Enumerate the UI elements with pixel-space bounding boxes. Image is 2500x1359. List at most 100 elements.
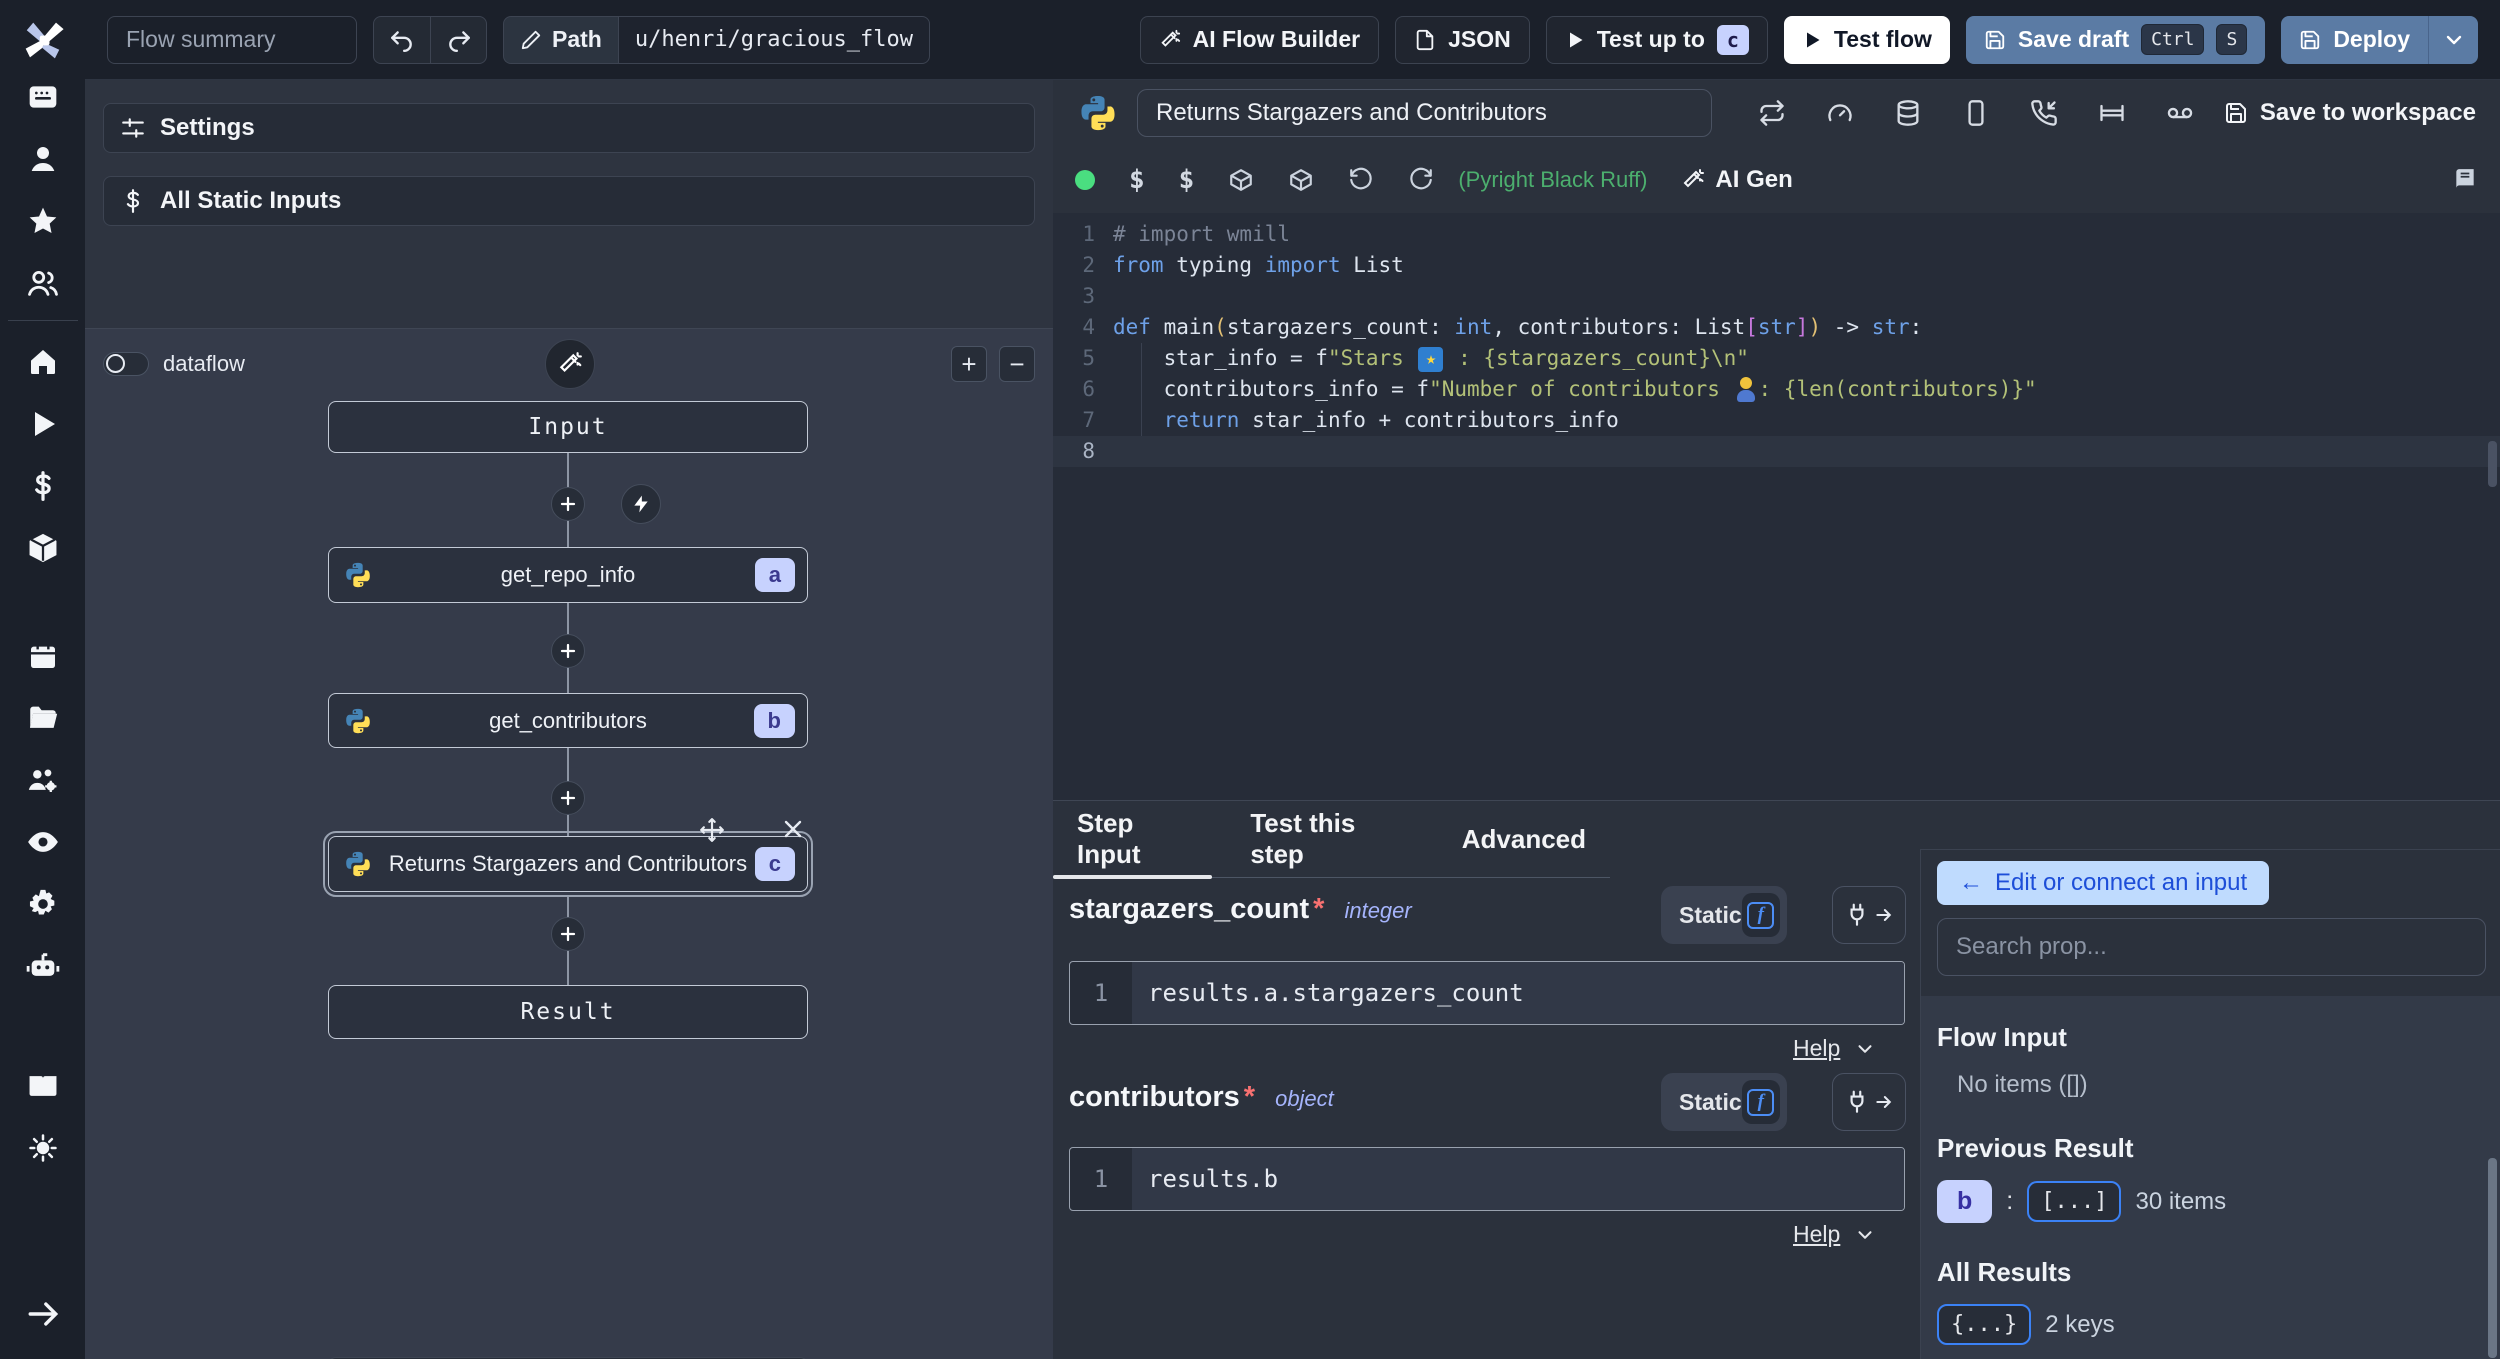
add-step-button[interactable] — [551, 781, 585, 815]
previous-result-value-badge[interactable]: [...] — [2027, 1181, 2122, 1222]
sidebar-apps-icon[interactable] — [0, 66, 85, 128]
lint-status-label[interactable]: (Pyright Black Ruff) — [1458, 167, 1647, 193]
bed-icon[interactable] — [2098, 99, 2126, 127]
deploy-dropdown-button[interactable] — [2428, 15, 2478, 64]
sidebar-groups-icon[interactable] — [0, 749, 85, 811]
all-results-badge[interactable]: {...} — [1937, 1304, 2032, 1345]
code-line[interactable]: 1 # import wmill — [1053, 219, 2500, 250]
variable-picker-icon[interactable]: $ — [1129, 165, 1145, 195]
step-title-input[interactable]: Returns Stargazers and Contributors — [1137, 89, 1712, 137]
add-step-button[interactable] — [551, 917, 585, 951]
code-line[interactable]: 2 from typing import List — [1053, 250, 2500, 281]
code-line[interactable]: 6 contributors_info = f"Number of contri… — [1053, 374, 2500, 405]
python-icon — [1077, 92, 1119, 134]
sidebar-runs-icon[interactable] — [0, 393, 85, 455]
connect-input-button[interactable] — [1832, 1073, 1906, 1131]
graph-node-step-c[interactable]: Returns Stargazers and Contributors c — [323, 831, 813, 897]
flow-settings-button[interactable]: Settings — [103, 103, 1035, 153]
flow-summary-input[interactable]: Flow summary — [107, 15, 357, 64]
deploy-button[interactable]: Deploy — [2281, 15, 2428, 64]
sidebar-user-icon[interactable] — [0, 128, 85, 190]
zoom-out-button[interactable]: − — [999, 346, 1035, 382]
sidebar-folders-icon[interactable] — [0, 687, 85, 749]
mobile-icon[interactable] — [1962, 99, 1990, 127]
tab-advanced[interactable]: Advanced — [1438, 801, 1610, 877]
static-javascript-toggle[interactable]: Static f — [1661, 1073, 1787, 1131]
test-flow-button[interactable]: Test flow — [1783, 15, 1950, 64]
code-line[interactable]: 7 return star_info + contributors_info — [1053, 405, 2500, 436]
path-group: Path u/henri/gracious_flow — [503, 15, 930, 64]
graph-node-step-b[interactable]: get_contributors b — [328, 693, 808, 748]
json-button[interactable]: JSON — [1395, 15, 1530, 64]
code-line[interactable]: 3 — [1053, 281, 2500, 312]
search-prop-input[interactable]: Search prop... — [1937, 918, 2486, 976]
graph-node-input[interactable]: Input — [328, 401, 808, 453]
tab-test-this-step[interactable]: Test this step — [1226, 801, 1437, 877]
phone-incoming-icon[interactable] — [2030, 99, 2058, 127]
play-icon — [1565, 30, 1585, 50]
sidebar-audit-eye-icon[interactable] — [0, 811, 85, 873]
code-line[interactable]: 4 def main(stargazers_count: int, contrib… — [1053, 312, 2500, 343]
javascript-function-icon[interactable]: f — [1741, 893, 1780, 937]
database-icon[interactable] — [1894, 99, 1922, 127]
format-refresh-icon[interactable] — [1408, 167, 1434, 193]
sidebar-docs-icon[interactable] — [0, 1055, 85, 1117]
sidebar-bot-icon[interactable] — [0, 935, 85, 997]
help-link[interactable]: Help — [1793, 1221, 1876, 1248]
help-link[interactable]: Help — [1793, 1035, 1876, 1062]
graph-node-step-a[interactable]: get_repo_info a — [328, 547, 808, 603]
add-step-button[interactable] — [551, 634, 585, 668]
trigger-bolt-button[interactable] — [621, 484, 661, 524]
sidebar-expand-arrow-icon[interactable] — [0, 1283, 85, 1345]
repeat-icon[interactable] — [1758, 99, 1786, 127]
resource-picker-icon[interactable]: $ — [1179, 165, 1195, 195]
delete-step-icon[interactable] — [781, 817, 805, 843]
test-up-to-button[interactable]: Test up to c — [1545, 15, 1768, 64]
props-scrollbar[interactable] — [2488, 1158, 2497, 1358]
reset-icon[interactable] — [1348, 167, 1374, 193]
windmill-logo-icon[interactable] — [17, 14, 69, 66]
save-icon — [1984, 29, 2006, 51]
static-javascript-toggle[interactable]: Static f — [1661, 886, 1787, 944]
required-asterisk: * — [1243, 1081, 1256, 1113]
sidebar-resources-icon[interactable] — [0, 517, 85, 579]
move-step-icon[interactable] — [699, 817, 725, 843]
gauge-icon[interactable] — [1826, 99, 1854, 127]
zoom-in-button[interactable]: + — [951, 346, 987, 382]
all-static-inputs-button[interactable]: All Static Inputs — [103, 176, 1035, 226]
expr-editor-contributors[interactable]: 1 results.b — [1069, 1147, 1905, 1211]
sidebar-variables-icon[interactable] — [0, 455, 85, 517]
save-to-workspace-button[interactable]: Save to workspace — [2224, 99, 2476, 127]
sidebar-star-icon[interactable] — [0, 190, 85, 252]
code-editor[interactable]: 1 # import wmill 2 from typing import List 3… — [1053, 213, 2500, 800]
code-line[interactable]: 8 — [1053, 436, 2500, 467]
expr-editor-stargazers[interactable]: 1 results.a.stargazers_count — [1069, 961, 1905, 1025]
graph-node-result[interactable]: Result — [328, 985, 808, 1039]
sidebar-settings-gear-icon[interactable] — [0, 873, 85, 935]
javascript-function-icon[interactable]: f — [1741, 1080, 1780, 1124]
previous-result-key-badge[interactable]: b — [1937, 1180, 1993, 1223]
ai-gen-button[interactable]: AI Gen — [1681, 166, 1793, 194]
sidebar-home-icon[interactable] — [0, 331, 85, 393]
code-line[interactable]: 5 star_info = f"Stars : {stargazers_coun… — [1053, 343, 2500, 375]
undo-button[interactable] — [374, 17, 430, 63]
voicemail-icon[interactable] — [2166, 99, 2194, 127]
add-step-button[interactable] — [551, 487, 585, 521]
connect-input-button[interactable] — [1832, 886, 1906, 944]
python-icon — [343, 706, 373, 736]
dataflow-toggle[interactable] — [103, 352, 149, 376]
package-icon[interactable] — [1228, 167, 1254, 193]
package-icon[interactable] — [1288, 167, 1314, 193]
tab-step-input[interactable]: Step Input — [1053, 801, 1226, 879]
path-input[interactable]: u/henri/gracious_flow — [617, 15, 930, 64]
ai-wand-button[interactable] — [545, 339, 595, 389]
redo-button[interactable] — [430, 16, 486, 63]
save-draft-button[interactable]: Save draft Ctrl S — [1965, 15, 2266, 64]
sidebar-schedules-icon[interactable] — [0, 625, 85, 687]
library-book-icon[interactable] — [2452, 167, 2478, 193]
ai-flow-builder-button[interactable]: AI Flow Builder — [1139, 15, 1380, 64]
editor-scrollbar[interactable] — [2488, 441, 2497, 487]
sidebar-theme-icon[interactable] — [0, 1117, 85, 1179]
edit-or-connect-button[interactable]: ← Edit or connect an input — [1937, 861, 2270, 905]
sidebar-users-icon[interactable] — [0, 252, 85, 314]
